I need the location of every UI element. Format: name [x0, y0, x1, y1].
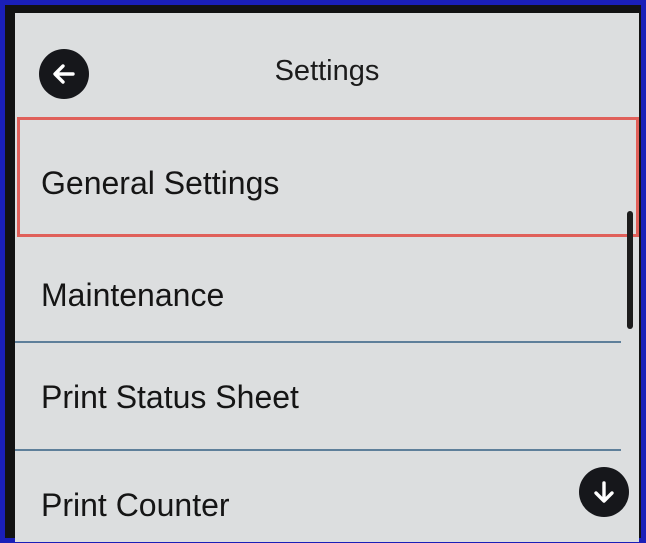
menu-item-general-settings[interactable]: General Settings [15, 119, 621, 227]
menu-item-print-counter[interactable]: Print Counter [15, 451, 621, 542]
settings-screen: Settings General Settings Maintenance Pr… [15, 13, 639, 542]
screen-header: Settings [15, 13, 639, 119]
menu-item-label: Print Status Sheet [41, 379, 299, 415]
page-title: Settings [274, 55, 380, 87]
scrollbar-thumb[interactable] [627, 211, 633, 329]
scrollbar[interactable] [627, 211, 633, 461]
device-frame: Settings General Settings Maintenance Pr… [0, 0, 646, 543]
menu-item-maintenance[interactable]: Maintenance [15, 237, 621, 345]
menu-item-print-status-sheet[interactable]: Print Status Sheet [15, 343, 621, 451]
down-arrow-icon [594, 481, 614, 503]
menu-item-label: Print Counter [41, 487, 230, 523]
menu-item-label: General Settings [41, 165, 280, 201]
scroll-down-button[interactable] [579, 467, 629, 517]
menu-item-label: Maintenance [41, 277, 225, 313]
